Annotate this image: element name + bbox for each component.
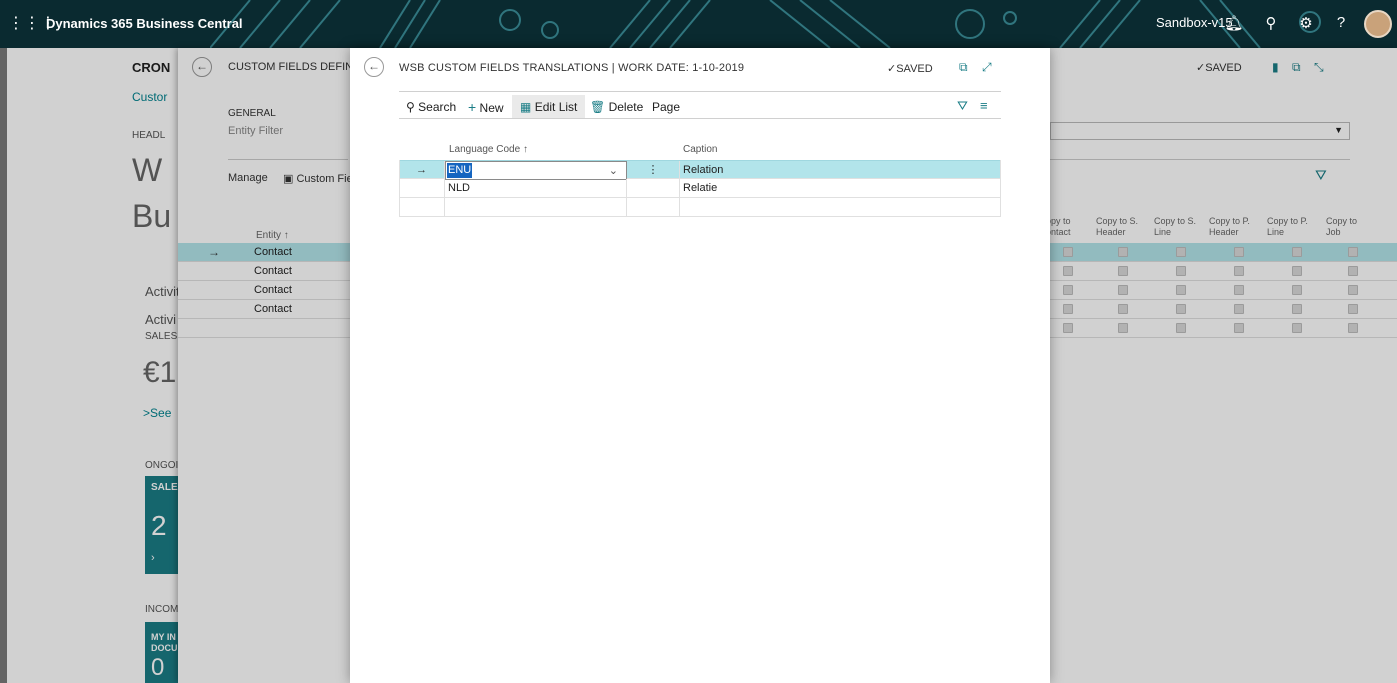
help-icon[interactable]: ? [1331,14,1351,31]
environment-name: Sandbox-v15 [1156,15,1233,30]
top-navigation-bar: ⋮⋮⋮ Dynamics 365 Business Central Sandbo… [0,0,1397,48]
grid-left-border [399,160,400,217]
gear-icon[interactable]: ⚙ [1296,14,1316,32]
dialog-title: WSB CUSTOM FIELDS TRANSLATIONS | WORK DA… [399,62,745,74]
list-view-icon[interactable]: ≡ [980,98,988,113]
row-actions-icon[interactable]: ⋮ [627,161,680,180]
user-avatar[interactable] [1364,10,1392,38]
trash-icon: 🗑︎ [590,100,606,114]
filter-icon[interactable]: ⛛ [957,98,968,114]
row-actions-cell [627,198,680,217]
back-arrow-icon[interactable]: ← [364,57,384,77]
new-action[interactable]: + New [468,98,504,116]
table-row[interactable]: → ENU ⌄ ⋮ Relation [399,160,1001,180]
caption-column-header[interactable]: Caption [683,144,717,155]
translations-dialog: ← WSB CUSTOM FIELDS TRANSLATIONS | WORK … [350,48,1050,683]
delete-action[interactable]: 🗑︎ Delete [590,98,643,116]
grid-right-border [1000,160,1001,217]
edit-list-icon: ▦ [520,100,532,114]
row-actions-cell [627,179,680,198]
language-code-column-header[interactable]: Language Code ↑ [449,144,528,155]
toolbar-bottom-border [399,118,1001,119]
search-icon: ⚲ [406,100,415,114]
search-action[interactable]: ⚲ Search [406,98,456,116]
edit-list-action[interactable]: ▦ Edit List [512,95,586,119]
expand-icon[interactable]: ⤢ [982,60,992,75]
language-code-value: ENU [447,163,473,178]
new-table-row[interactable] [399,198,1001,217]
toolbar-top-border [399,91,1001,92]
caption-cell[interactable]: Relatie [680,179,1001,198]
table-row[interactable]: NLD Relatie [399,179,1001,198]
waffle-icon[interactable]: ⋮⋮⋮ [8,12,56,36]
caption-cell[interactable] [680,198,1001,217]
bell-icon[interactable]: 🔔︎ [1224,14,1244,32]
open-new-window-icon[interactable]: ⧉ [959,60,968,75]
language-code-cell[interactable]: NLD [445,179,627,198]
row-indicator [399,179,445,198]
plus-icon: + [468,99,477,115]
row-indicator [399,198,445,217]
row-selected-arrow-icon: → [399,161,445,180]
language-code-cell[interactable] [445,198,627,217]
caption-cell[interactable]: Relation [680,161,1001,180]
app-title[interactable]: Dynamics 365 Business Central [46,16,243,31]
saved-status: ✓SAVED [887,63,933,75]
language-code-input[interactable]: ENU ⌄ [445,161,627,180]
search-icon[interactable]: ⚲ [1261,14,1281,32]
page-action[interactable]: Page [652,98,680,116]
